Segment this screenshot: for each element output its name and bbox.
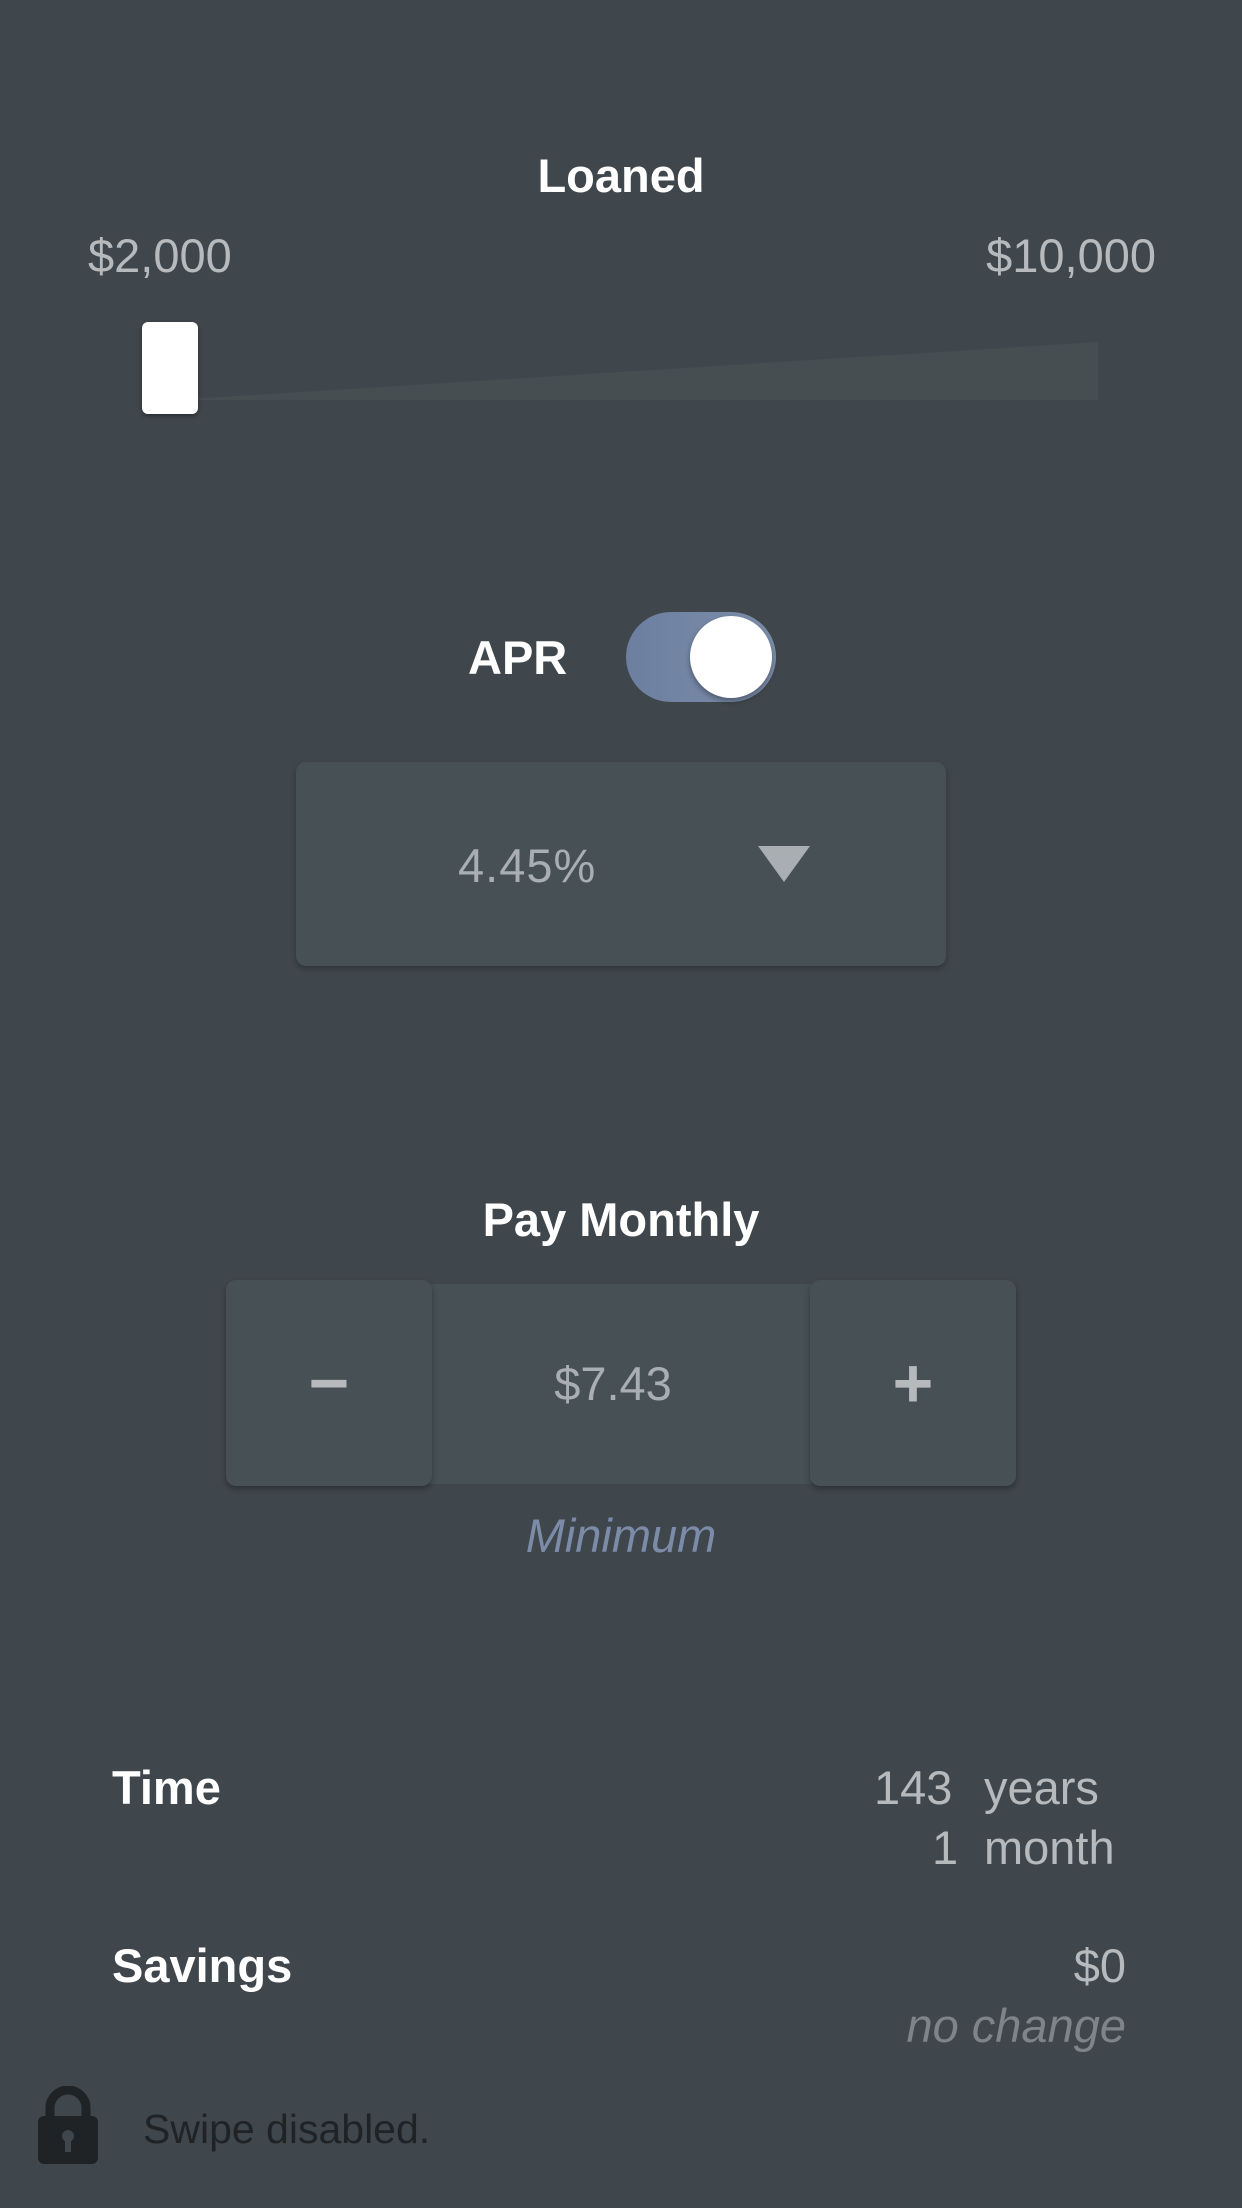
plus-icon: +: [892, 1344, 934, 1422]
loan-amount-slider-track[interactable]: [172, 342, 1098, 400]
payment-minimum-note: Minimum: [525, 1509, 717, 1562]
apr-dropdown[interactable]: 4.45%: [296, 762, 946, 966]
chevron-down-icon: [758, 846, 810, 882]
loan-amount-slider-thumb[interactable]: [142, 322, 198, 414]
apr-label: APR: [468, 631, 568, 684]
time-months-number: 1: [932, 1821, 959, 1874]
increase-payment-button[interactable]: +: [810, 1280, 1016, 1486]
apr-toggle-knob: [690, 616, 772, 698]
loan-max-label: $10,000: [986, 229, 1156, 282]
minus-icon: −: [308, 1344, 350, 1422]
savings-change-note: no change: [906, 1999, 1126, 2052]
time-years-number: 143: [874, 1761, 953, 1814]
pay-monthly-title: Pay Monthly: [482, 1193, 760, 1246]
swipe-status-text: Swipe disabled.: [143, 2106, 431, 2152]
lock-icon: [38, 2086, 98, 2164]
time-years-unit: years: [984, 1761, 1099, 1814]
time-months-unit: month: [984, 1821, 1115, 1874]
apr-toggle[interactable]: [626, 612, 776, 702]
savings-label: Savings: [112, 1939, 293, 1992]
decrease-payment-button[interactable]: −: [226, 1280, 432, 1486]
payment-value: $7.43: [554, 1357, 672, 1410]
loan-min-label: $2,000: [88, 229, 232, 282]
apr-selected-value: 4.45%: [458, 839, 597, 892]
loaned-title: Loaned: [537, 149, 705, 202]
savings-value: $0: [1073, 1939, 1126, 1992]
loan-calculator-screen: Loaned $2,000 $10,000 APR 4.45% Pay Mont…: [0, 0, 1242, 2208]
time-label: Time: [112, 1761, 221, 1814]
